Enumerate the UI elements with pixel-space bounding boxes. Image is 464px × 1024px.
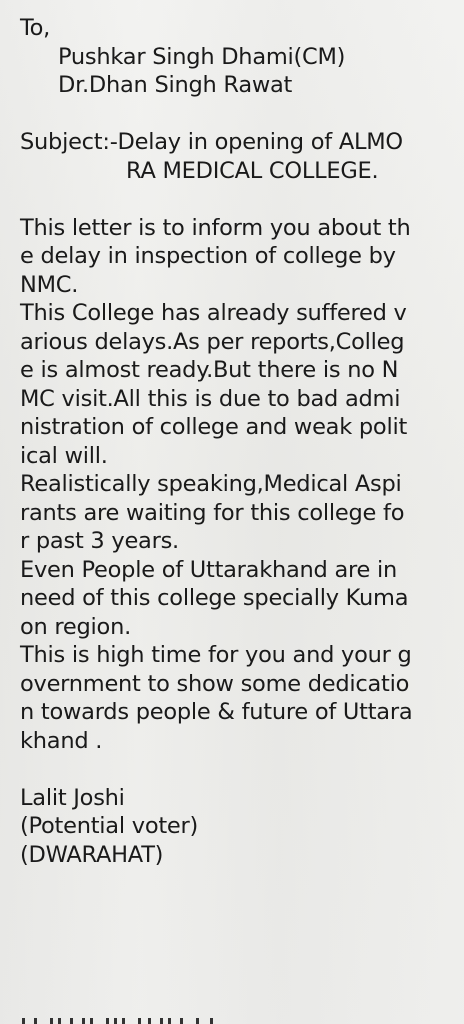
letter-paper: To, Pushkar Singh Dhami(CM) Dr.Dhan Sing… [0, 0, 464, 1024]
body-line: This College has already suffered v [20, 300, 407, 326]
body-line: on region. [20, 613, 131, 640]
body-line: ical will. [20, 442, 108, 469]
body-line: nistration of college and weak polit [20, 414, 408, 440]
body-line: NMC. [20, 271, 79, 298]
body-line: e is almost ready.But there is no N [20, 357, 399, 383]
body-line: overnment to show some dedicatio [20, 670, 410, 697]
body-line: r past 3 years. [20, 528, 179, 554]
subject-line: Subject:-Delay in opening of ALMO [20, 129, 403, 155]
letter-body: To, Pushkar Singh Dhami(CM) Dr.Dhan Sing… [20, 14, 460, 869]
body-line: arious delays.As per reports,Colleg [20, 328, 405, 355]
recipient-name: Pushkar Singh Dhami(CM) [58, 43, 346, 70]
body-line: This letter is to inform you about th [20, 214, 411, 241]
subject-line: RA MEDICAL COLLEGE. [126, 157, 379, 184]
signature-place: (DWARAHAT) [20, 841, 164, 868]
cut-off-text-fragment [22, 1018, 213, 1024]
body-line: khand . [20, 727, 103, 754]
body-line: Even People of Uttarakhand are in [20, 556, 398, 583]
body-line: This is high time for you and your g [20, 642, 412, 668]
recipient-name: Dr.Dhan Singh Rawat [58, 72, 293, 98]
signature-name: Lalit Joshi [20, 784, 125, 811]
body-line: rants are waiting for this college fo [20, 499, 405, 526]
salutation: To, [20, 15, 51, 41]
body-line: e delay in inspection of college by [20, 243, 396, 269]
body-line: MC visit.All this is due to bad admi [20, 385, 401, 412]
signature-role: (Potential voter) [20, 813, 199, 839]
body-line: n towards people & future of Uttara [20, 699, 413, 725]
body-line: need of this college specially Kuma [20, 585, 409, 611]
body-line: Realistically speaking,Medical Aspi [20, 471, 402, 497]
